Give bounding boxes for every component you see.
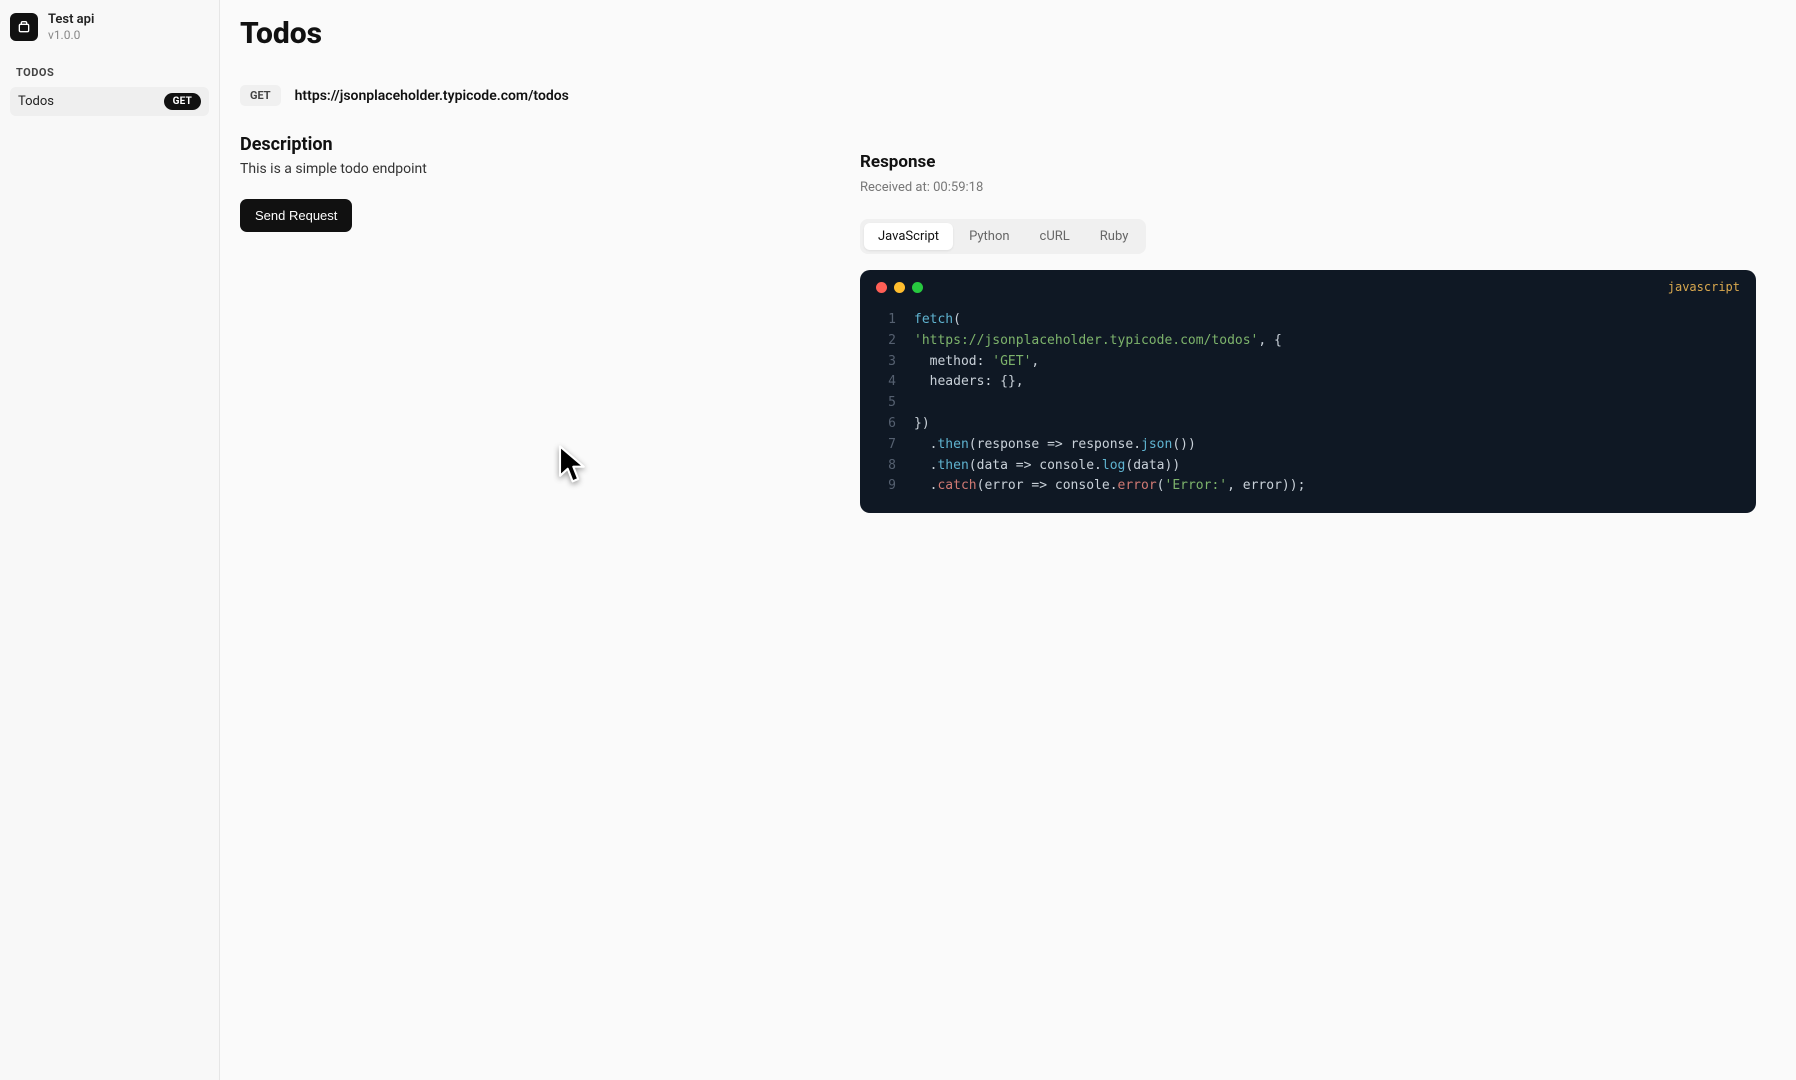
window-minimize-icon <box>894 282 905 293</box>
page-title: Todos <box>240 16 1756 51</box>
code-line: 1fetch( <box>876 310 1740 331</box>
app-version: v1.0.0 <box>48 28 94 42</box>
response-heading: Response <box>860 152 1756 172</box>
code-window: javascript 1fetch(2'https://jsonplacehol… <box>860 270 1756 513</box>
line-number: 2 <box>876 331 896 352</box>
code-line: 8 .then(data => console.log(data)) <box>876 456 1740 477</box>
line-number: 5 <box>876 393 896 414</box>
endpoint-row: GET https://jsonplaceholder.typicode.com… <box>240 85 1756 106</box>
description-heading: Description <box>240 134 800 155</box>
tab-python[interactable]: Python <box>955 223 1023 250</box>
nav-section-todos: TODOS <box>16 66 203 79</box>
app-header: Test api v1.0.0 <box>10 12 209 42</box>
response-panel: Response Received at: 00:59:18 JavaScrip… <box>860 134 1756 513</box>
endpoint-url: https://jsonplaceholder.typicode.com/tod… <box>295 88 569 104</box>
code-line: 5 <box>876 393 1740 414</box>
line-number: 4 <box>876 372 896 393</box>
line-number: 1 <box>876 310 896 331</box>
description-text: This is a simple todo endpoint <box>240 161 800 177</box>
line-number: 9 <box>876 476 896 497</box>
code-body[interactable]: 1fetch(2'https://jsonplaceholder.typicod… <box>860 304 1756 513</box>
code-line: 4 headers: {}, <box>876 372 1740 393</box>
tab-javascript[interactable]: JavaScript <box>864 223 953 250</box>
tab-curl[interactable]: cURL <box>1026 223 1084 250</box>
window-maximize-icon <box>912 282 923 293</box>
code-language-tabs: JavaScript Python cURL Ruby <box>860 219 1146 254</box>
traffic-lights <box>876 282 923 293</box>
endpoint-method-badge: GET <box>240 85 281 106</box>
method-badge: GET <box>164 93 201 110</box>
sidebar-item-todos[interactable]: Todos GET <box>10 87 209 116</box>
line-number: 6 <box>876 414 896 435</box>
app-title: Test api <box>48 12 94 28</box>
app-meta: Test api v1.0.0 <box>48 12 94 42</box>
code-line: 6}) <box>876 414 1740 435</box>
line-number: 8 <box>876 456 896 477</box>
description-panel: Description This is a simple todo endpoi… <box>240 134 800 232</box>
line-number: 7 <box>876 435 896 456</box>
code-line: 3 method: 'GET', <box>876 352 1740 373</box>
window-close-icon <box>876 282 887 293</box>
tab-ruby[interactable]: Ruby <box>1086 223 1143 250</box>
line-number: 3 <box>876 352 896 373</box>
code-titlebar: javascript <box>860 270 1756 304</box>
sidebar: Test api v1.0.0 TODOS Todos GET <box>0 0 220 1080</box>
code-language-label: javascript <box>1668 280 1740 294</box>
send-request-button[interactable]: Send Request <box>240 199 352 232</box>
sidebar-item-label: Todos <box>18 94 54 109</box>
app-logo-icon <box>10 13 38 41</box>
main-content: Todos GET https://jsonplaceholder.typico… <box>220 0 1796 1080</box>
code-line: 2'https://jsonplaceholder.typicode.com/t… <box>876 331 1740 352</box>
code-line: 9 .catch(error => console.error('Error:'… <box>876 476 1740 497</box>
code-line: 7 .then(response => response.json()) <box>876 435 1740 456</box>
received-at-label: Received at: 00:59:18 <box>860 180 1756 195</box>
